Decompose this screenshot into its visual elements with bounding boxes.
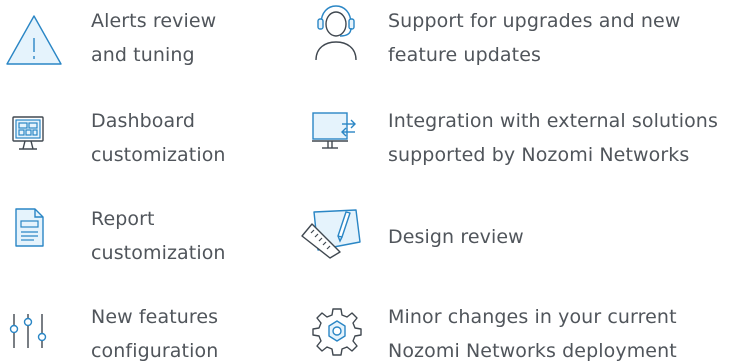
sliders-icon	[8, 314, 48, 364]
feature-design-review: Design review	[300, 198, 747, 276]
feature-minor-changes: Minor changes in your current Nozomi Net…	[300, 296, 747, 364]
feature-label: Integration with external solutions supp…	[388, 110, 718, 166]
feature-report-customization: Report customization	[0, 198, 290, 276]
feature-dashboard-customization: Dashboard customization	[0, 100, 290, 178]
design-ruler-icon	[300, 206, 366, 259]
gear-icon	[312, 306, 362, 356]
feature-alerts-review: Alerts review and tuning	[0, 0, 290, 78]
report-document-icon	[15, 208, 45, 248]
feature-label: Design review	[388, 226, 524, 248]
headset-support-icon	[313, 2, 359, 62]
feature-label: Minor changes in your current Nozomi Net…	[388, 306, 677, 362]
feature-label: New features configuration	[91, 306, 219, 362]
feature-support-upgrades: Support for upgrades and new feature upd…	[300, 0, 747, 78]
feature-new-features-configuration: New features configuration	[0, 296, 290, 364]
feature-label: Dashboard customization	[91, 110, 226, 166]
feature-label: Report customization	[91, 208, 226, 264]
feature-label: Alerts review and tuning	[91, 10, 217, 66]
monitor-integration-icon	[312, 112, 358, 152]
feature-integration-external: Integration with external solutions supp…	[300, 100, 747, 178]
dashboard-monitor-icon	[12, 116, 46, 156]
feature-label: Support for upgrades and new feature upd…	[388, 10, 681, 66]
warning-triangle-icon	[4, 12, 64, 68]
